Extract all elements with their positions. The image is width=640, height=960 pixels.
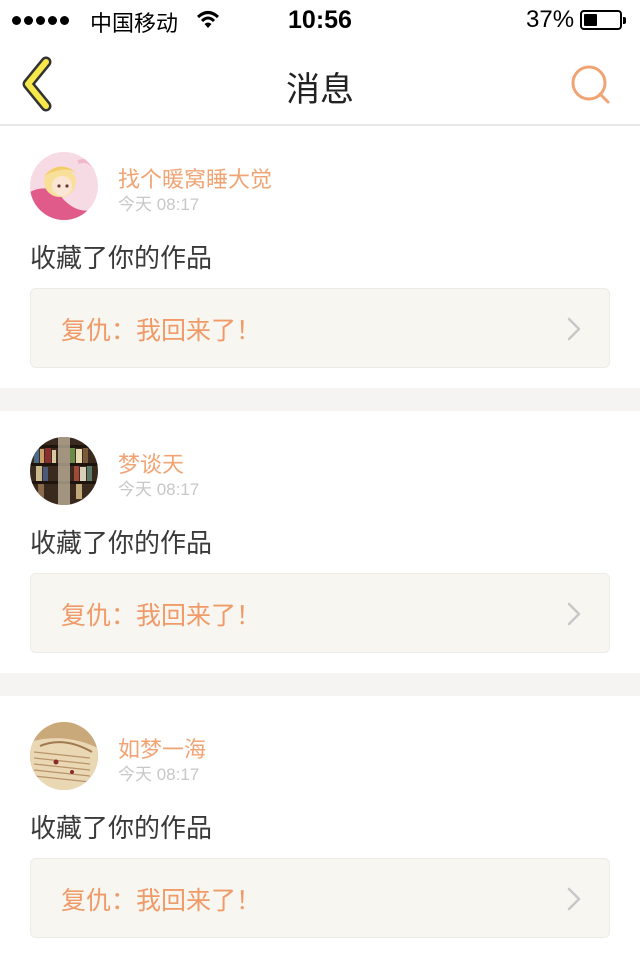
message-item: 梦谈天 今天 08:17 收藏了你的作品 复仇：我回来了！ [0,411,640,673]
message-time: 今天 08:17 [118,195,200,214]
nav-bar: 消息 [0,40,640,126]
battery-icon [580,10,626,30]
page-title: 消息 [286,70,354,110]
user-avatar[interactable] [30,152,98,220]
battery-level [584,14,597,26]
chevron-right-icon [567,317,581,341]
search-button[interactable] [568,62,612,106]
message-item: 如梦一海 今天 08:17 收藏了你的作品 复仇：我回来了！ [0,696,640,958]
chevron-right-icon [567,602,581,626]
work-title: 复仇：我回来了！ [61,316,262,345]
user-avatar[interactable] [30,722,98,790]
section-divider [0,388,640,411]
anime-girl-avatar [30,152,98,220]
work-card[interactable]: 复仇：我回来了！ [30,573,610,653]
message-action: 收藏了你的作品 [30,814,213,844]
open-book-avatar [30,722,98,790]
bookshelf-avatar [30,437,98,505]
status-bar: 中国移动 10:56 37% [0,0,640,40]
battery-percent: 37% [526,6,575,33]
work-card[interactable]: 复仇：我回来了！ [30,288,610,368]
search-icon [571,65,610,104]
message-action: 收藏了你的作品 [30,529,213,559]
message-list: 找个暖窝睡大觉 今天 08:17 收藏了你的作品 复仇：我回来了！ 梦谈天 今天… [0,126,640,958]
message-item: 找个暖窝睡大觉 今天 08:17 收藏了你的作品 复仇：我回来了！ [0,126,640,388]
message-time: 今天 08:17 [118,480,200,499]
user-avatar[interactable] [30,437,98,505]
message-action: 收藏了你的作品 [30,244,213,274]
work-title: 复仇：我回来了！ [61,601,262,630]
message-time: 今天 08:17 [118,765,200,784]
work-card[interactable]: 复仇：我回来了！ [30,858,610,938]
work-title: 复仇：我回来了！ [61,886,262,915]
chevron-right-icon [567,887,581,911]
section-divider [0,673,640,696]
